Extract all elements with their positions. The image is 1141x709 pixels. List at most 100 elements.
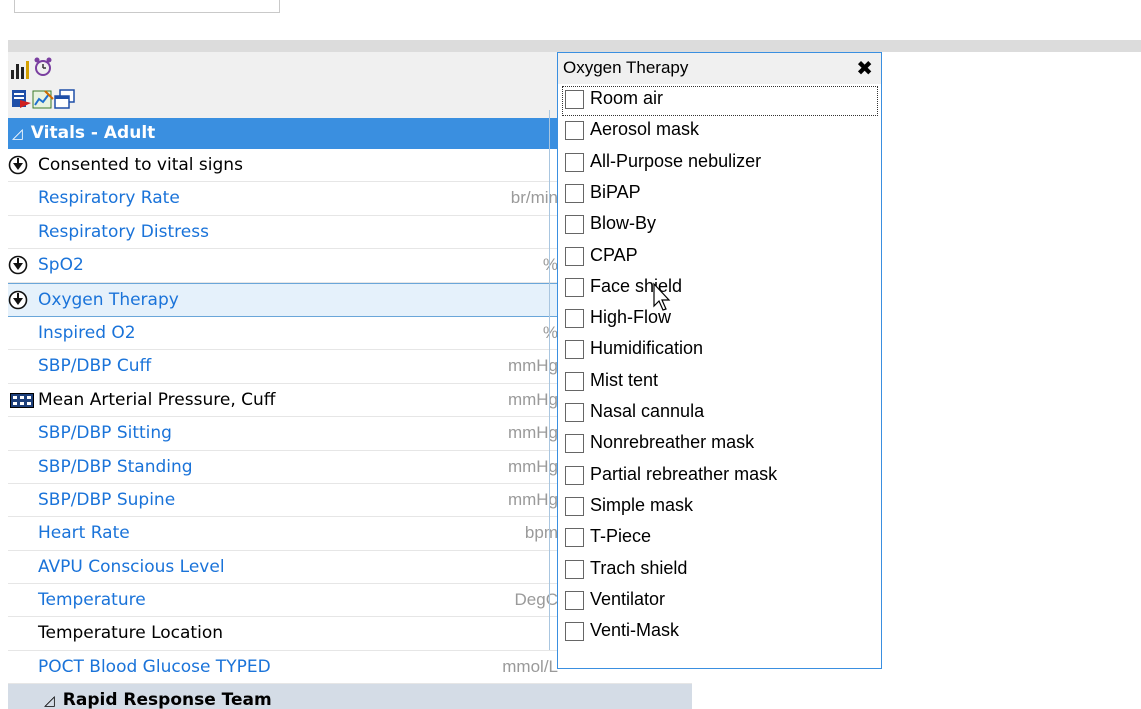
option-label: Ventilator bbox=[590, 588, 666, 609]
oxygen-option[interactable]: All-Purpose nebulizer bbox=[562, 149, 878, 179]
collapse-triangle-icon[interactable]: ◿ bbox=[12, 119, 23, 150]
expand-circle-icon[interactable] bbox=[8, 155, 28, 175]
oxygen-option[interactable]: High-Flow bbox=[562, 305, 878, 335]
oxygen-option[interactable]: Room air bbox=[562, 86, 878, 116]
option-checkbox[interactable] bbox=[565, 90, 584, 109]
oxygen-option[interactable]: T-Piece bbox=[562, 524, 878, 554]
popup-header: Oxygen Therapy ✖ bbox=[558, 53, 881, 84]
option-label: Mist tent bbox=[590, 369, 659, 390]
vital-label: SpO2 bbox=[38, 255, 84, 276]
collapse-triangle-icon[interactable]: ◿ bbox=[44, 693, 55, 709]
line-chart-icon[interactable] bbox=[32, 88, 54, 110]
option-label: All-Purpose nebulizer bbox=[590, 150, 762, 171]
option-label: T-Piece bbox=[590, 526, 652, 547]
calculator-icon bbox=[10, 392, 34, 408]
option-checkbox[interactable] bbox=[565, 559, 584, 579]
option-checkbox[interactable] bbox=[565, 371, 584, 391]
expand-circle-icon[interactable] bbox=[8, 255, 28, 275]
vital-label: SBP/DBP Cuff bbox=[38, 356, 152, 377]
option-label: Aerosol mask bbox=[590, 119, 700, 140]
unit-label: bpm bbox=[524, 523, 558, 543]
oxygen-option[interactable]: Trach shield bbox=[562, 556, 878, 586]
vital-label: Mean Arterial Pressure, Cuff bbox=[38, 389, 276, 410]
vital-label: SBP/DBP Standing bbox=[38, 456, 193, 477]
option-checkbox[interactable] bbox=[565, 309, 584, 329]
oxygen-option[interactable]: Aerosol mask bbox=[562, 117, 878, 147]
flag-document-icon[interactable] bbox=[10, 88, 32, 110]
unit-label: DegC bbox=[514, 590, 558, 610]
option-checkbox[interactable] bbox=[565, 215, 584, 235]
option-checkbox[interactable] bbox=[565, 528, 584, 548]
search-input[interactable] bbox=[14, 0, 280, 13]
header-band bbox=[8, 40, 1141, 52]
section-header-rapid-response[interactable]: ◿ Rapid Response Team bbox=[8, 684, 692, 709]
option-checkbox[interactable] bbox=[565, 183, 584, 203]
vital-label: Oxygen Therapy bbox=[38, 289, 179, 310]
oxygen-option[interactable]: CPAP bbox=[562, 243, 878, 273]
option-label: Humidification bbox=[590, 338, 704, 359]
oxygen-option[interactable]: Mist tent bbox=[562, 368, 878, 398]
option-checkbox[interactable] bbox=[565, 465, 584, 485]
unit-label: mmHg bbox=[507, 489, 558, 509]
oxygen-option[interactable]: Nasal cannula bbox=[562, 399, 878, 429]
option-label: Venti-Mask bbox=[590, 620, 680, 641]
unit-label: % bbox=[542, 322, 558, 342]
oxygen-option[interactable]: Venti-Mask bbox=[562, 618, 878, 648]
option-checkbox[interactable] bbox=[565, 403, 584, 422]
option-checkbox[interactable] bbox=[565, 622, 584, 642]
option-label: Nonrebreather mask bbox=[590, 432, 755, 453]
option-label: Simple mask bbox=[590, 494, 694, 515]
vital-label: Consented to vital signs bbox=[38, 155, 243, 175]
option-checkbox[interactable] bbox=[565, 121, 584, 141]
oxygen-option[interactable]: Blow-By bbox=[562, 211, 878, 241]
vital-label: Inspired O2 bbox=[38, 322, 136, 343]
option-label: Blow-By bbox=[590, 213, 657, 234]
vital-label: Respiratory Distress bbox=[38, 221, 209, 242]
option-label: Room air bbox=[590, 88, 664, 108]
cascade-windows-icon[interactable] bbox=[54, 88, 76, 110]
option-checkbox[interactable] bbox=[565, 496, 584, 516]
oxygen-option[interactable]: Partial rebreather mask bbox=[562, 462, 878, 492]
unit-label: mmHg bbox=[507, 423, 558, 443]
oxygen-option[interactable]: Nonrebreather mask bbox=[562, 430, 878, 460]
option-label: Partial rebreather mask bbox=[590, 463, 778, 484]
unit-label: mmHg bbox=[507, 389, 558, 409]
vital-label: SBP/DBP Sitting bbox=[38, 423, 172, 444]
option-checkbox[interactable] bbox=[565, 277, 584, 297]
option-checkbox[interactable] bbox=[565, 152, 584, 172]
unit-label: br/min bbox=[510, 188, 558, 208]
bar-chart-icon[interactable] bbox=[10, 58, 32, 80]
option-checkbox[interactable] bbox=[565, 590, 584, 610]
oxygen-option[interactable]: BiPAP bbox=[562, 180, 878, 210]
unit-label: % bbox=[542, 255, 558, 275]
vital-label: AVPU Conscious Level bbox=[38, 556, 225, 577]
oxygen-option[interactable]: Humidification bbox=[562, 336, 878, 366]
unit-label: mmol/L bbox=[502, 656, 558, 676]
expand-circle-icon[interactable] bbox=[8, 290, 28, 310]
option-label: BiPAP bbox=[590, 181, 641, 202]
popup-title: Oxygen Therapy bbox=[563, 58, 689, 77]
option-label: Nasal cannula bbox=[590, 401, 705, 421]
mouse-cursor-icon bbox=[653, 282, 671, 311]
option-checkbox[interactable] bbox=[565, 434, 584, 454]
vital-label: Respiratory Rate bbox=[38, 188, 180, 209]
vital-label: Temperature Location bbox=[38, 623, 223, 644]
vital-label: POCT Blood Glucose TYPED bbox=[38, 656, 271, 677]
vital-label: Heart Rate bbox=[38, 523, 130, 544]
option-label: Trach shield bbox=[590, 557, 688, 578]
option-checkbox[interactable] bbox=[565, 246, 584, 266]
oxygen-option[interactable]: Simple mask bbox=[562, 493, 878, 523]
section-label: Rapid Response Team bbox=[62, 690, 272, 709]
column-divider bbox=[549, 110, 550, 650]
vital-label: SBP/DBP Supine bbox=[38, 489, 176, 510]
close-icon[interactable]: ✖ bbox=[856, 56, 873, 80]
oxygen-option[interactable]: Ventilator bbox=[562, 587, 878, 617]
alarm-clock-icon[interactable] bbox=[32, 56, 54, 78]
section-label: Vitals - Adult bbox=[30, 123, 156, 143]
oxygen-option[interactable]: Face shield bbox=[562, 274, 878, 304]
oxygen-therapy-popup: Oxygen Therapy ✖ Room air Aerosol mask All… bbox=[557, 52, 882, 669]
unit-label: mmHg bbox=[507, 356, 558, 376]
option-label: CPAP bbox=[590, 244, 638, 265]
vital-label: Temperature bbox=[38, 590, 146, 611]
option-checkbox[interactable] bbox=[565, 340, 584, 360]
